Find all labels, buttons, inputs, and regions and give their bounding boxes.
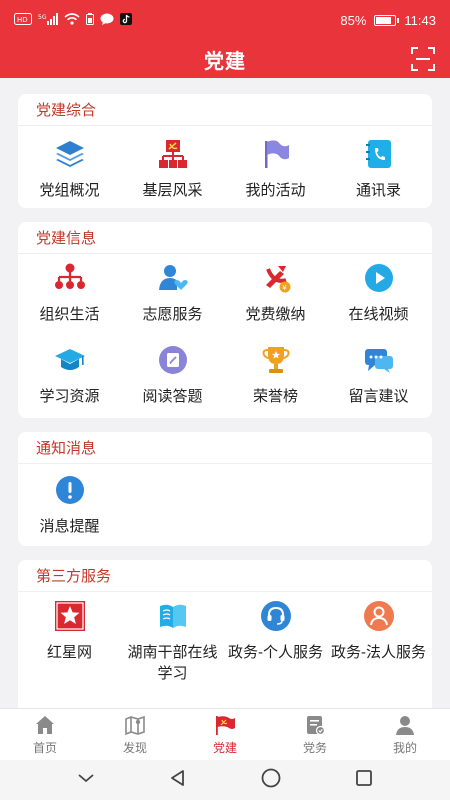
- bottom-tab-bar: 首页 发现 党建 党务 我的: [0, 708, 450, 760]
- scan-icon[interactable]: [410, 46, 436, 72]
- grid-item-label: 消息提醒: [39, 518, 100, 535]
- section-card-third-party: 第三方服务 红星网 湖南干部在线学习 政务-个人服务 政务-法人服务: [18, 560, 432, 708]
- grid-item-party-group-overview[interactable]: 党组概况: [18, 138, 121, 201]
- grid-item-party-fee[interactable]: ¥ 党费缴纳: [224, 262, 327, 325]
- trophy-icon: [260, 344, 292, 376]
- section-title: 党建综合: [18, 94, 432, 126]
- 5g-signal-icon: 5G: [38, 12, 58, 28]
- tiktok-icon: [120, 12, 132, 28]
- tab-label: 发现: [122, 740, 147, 755]
- section-card-party-overview: 党建综合 党组概况 基层风采 我的活动 通讯录: [18, 94, 432, 208]
- grid-item-red-star-net[interactable]: 红星网: [18, 600, 121, 663]
- status-bar: HD 5G 85% 11:43: [0, 0, 450, 40]
- grid-item-my-activities[interactable]: 我的活动: [224, 138, 327, 201]
- message-icon: [100, 13, 114, 28]
- tab-party-building[interactable]: 党建: [180, 709, 270, 760]
- tab-party-affairs[interactable]: 党务: [270, 709, 360, 760]
- section-title: 党建信息: [18, 222, 432, 254]
- page-title: 党建: [204, 50, 246, 73]
- graduation-cap-icon: [54, 344, 86, 376]
- volunteer-icon: [157, 262, 189, 294]
- grid-item-label: 学习资源: [39, 388, 100, 405]
- user-icon: [394, 714, 416, 736]
- section-card-party-info: 党建信息 组织生活 志愿服务 ¥ 党费缴纳 在线视频 学习资源 阅读答题 荣誉榜…: [18, 222, 432, 418]
- battery-icon: [374, 14, 400, 26]
- grid-item-contacts[interactable]: 通讯录: [327, 138, 430, 201]
- svg-text:5G: 5G: [38, 14, 47, 21]
- flag-icon: [260, 138, 292, 170]
- back-icon[interactable]: [168, 768, 188, 793]
- person-service-icon: [363, 600, 395, 632]
- tab-discover[interactable]: 发现: [90, 709, 180, 760]
- chevron-down-icon[interactable]: [76, 771, 96, 790]
- grid-item-online-video[interactable]: 在线视频: [327, 262, 430, 325]
- alert-icon: [54, 474, 86, 506]
- status-left: HD 5G: [14, 12, 132, 28]
- system-nav-bar: [0, 760, 450, 800]
- grid-item-label: 我的活动: [245, 182, 306, 199]
- grid-item-label: 组织生活: [39, 306, 100, 323]
- chat-icon: [363, 344, 395, 376]
- tab-label: 我的: [392, 740, 417, 755]
- battery-saver-icon: [86, 12, 94, 28]
- section-title: 通知消息: [18, 432, 432, 464]
- status-time: 11:43: [404, 12, 436, 28]
- tab-label: 党建: [212, 740, 237, 755]
- grid-item-reading-quiz[interactable]: 阅读答题: [121, 344, 224, 407]
- grid-item-label: 湖南干部在线学习: [127, 644, 218, 682]
- tab-mine[interactable]: 我的: [360, 709, 450, 760]
- grid-item-volunteer-service[interactable]: 志愿服务: [121, 262, 224, 325]
- party-flag-icon: [214, 714, 236, 736]
- reading-icon: [157, 344, 189, 376]
- svg-text:¥: ¥: [282, 284, 287, 292]
- grid-item-label: 党组概况: [39, 182, 100, 199]
- grid-item-label: 政务-法人服务: [331, 644, 426, 661]
- status-right: 85% 11:43: [340, 13, 436, 28]
- layers-icon: [54, 138, 86, 170]
- headset-icon: [260, 600, 292, 632]
- grid-item-label: 志愿服务: [142, 306, 203, 323]
- section-card-notifications: 通知消息 消息提醒: [18, 432, 432, 546]
- grid-item-honor-roll[interactable]: 荣誉榜: [224, 344, 327, 407]
- party-fee-icon: ¥: [260, 262, 292, 294]
- grid-item-grassroots-style[interactable]: 基层风采: [121, 138, 224, 201]
- home-circle-icon[interactable]: [260, 767, 282, 794]
- book-icon: [157, 600, 189, 632]
- grid-item-suggestions[interactable]: 留言建议: [327, 344, 430, 407]
- tab-home[interactable]: 首页: [0, 709, 90, 760]
- grid-item-gov-legal-service[interactable]: 政务-法人服务: [327, 600, 430, 663]
- recents-square-icon[interactable]: [354, 768, 374, 793]
- video-play-icon: [363, 262, 395, 294]
- org-tree-icon: [54, 262, 86, 294]
- map-icon: [124, 714, 146, 736]
- grid-item-label: 政务-个人服务: [228, 644, 323, 661]
- grid-item-label: 荣誉榜: [252, 388, 298, 405]
- hd-icon: HD: [14, 12, 32, 28]
- main-content[interactable]: 党建综合 党组概况 基层风采 我的活动 通讯录 党建信息 组织生活 志愿服务 ¥…: [0, 78, 450, 708]
- section-title: 第三方服务: [18, 560, 432, 592]
- svg-text:HD: HD: [17, 16, 28, 24]
- grid-item-learning-resources[interactable]: 学习资源: [18, 344, 121, 407]
- grid-item-label: 在线视频: [348, 306, 409, 323]
- grid-item-organization-life[interactable]: 组织生活: [18, 262, 121, 325]
- grid-item-gov-personal-service[interactable]: 政务-个人服务: [224, 600, 327, 663]
- grid-item-hunan-cadre-learning[interactable]: 湖南干部在线学习: [121, 600, 224, 684]
- tab-label: 党务: [302, 740, 327, 755]
- grid-item-label: 红星网: [46, 644, 92, 661]
- grid-item-label: 通讯录: [355, 182, 401, 199]
- battery-percent: 85%: [340, 12, 367, 28]
- tab-label: 首页: [32, 740, 57, 755]
- grid-item-label: 阅读答题: [142, 388, 203, 405]
- red-star-icon: [54, 600, 86, 632]
- grid-item-label: 留言建议: [348, 388, 409, 405]
- wifi-icon: [64, 12, 80, 28]
- org-party-icon: [157, 138, 189, 170]
- home-icon: [34, 714, 56, 736]
- header: 党建: [0, 40, 450, 78]
- grid-item-label: 基层风采: [142, 182, 203, 199]
- grid-item-label: 党费缴纳: [245, 306, 306, 323]
- phonebook-icon: [363, 138, 395, 170]
- document-icon: [304, 714, 326, 736]
- grid-item-message-reminder[interactable]: 消息提醒: [18, 474, 121, 537]
